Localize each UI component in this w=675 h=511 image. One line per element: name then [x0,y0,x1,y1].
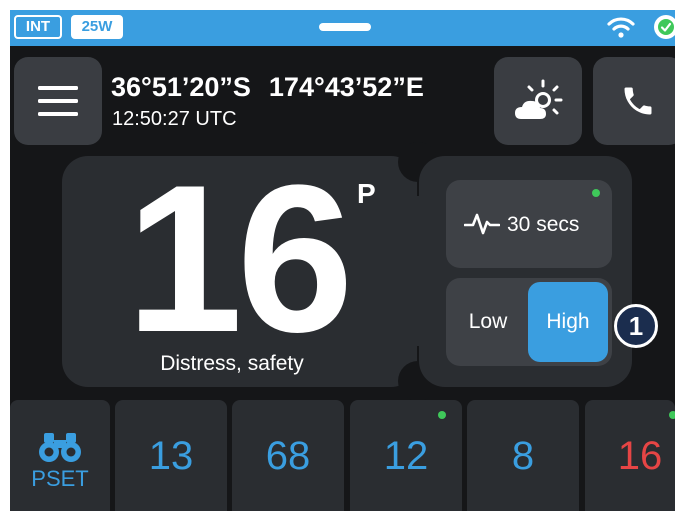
binoculars-icon [39,433,81,462]
scan-interval-label: 30 secs [507,213,580,236]
preset-channel-tile[interactable]: 68 [232,400,344,511]
preset-button[interactable]: PSET [10,400,110,511]
menu-icon [38,86,78,116]
utc-time: 12:50:27 UTC [112,108,237,130]
preset-channel-tile-emergency[interactable]: 16 [585,400,675,511]
check-icon [654,15,675,39]
channel-number: 16 [126,141,354,376]
phone-icon [624,87,652,115]
pulse-icon [464,213,500,235]
preset-channel-tile[interactable]: 13 [115,400,227,511]
gps-coordinates: 36°51’20”S 174°43’52”E [111,72,424,103]
international-mode-badge: INT [14,15,62,39]
preset-channel-tile[interactable]: 12 [350,400,462,511]
status-bar: INT 25W [10,10,675,46]
preset-channel-number: 12 [383,434,429,478]
preset-label: PSET [31,466,89,491]
preset-channel-tile[interactable]: 8 [467,400,579,511]
longitude: 174°43’52”E [268,72,424,102]
scan-active-indicator [592,189,600,197]
power-high-option[interactable]: High [528,282,608,362]
power-toggle[interactable]: Low High [446,278,612,366]
weather-icon [515,79,563,119]
preset-channel-number: 68 [265,434,311,478]
preset-active-indicator [669,411,675,419]
channel-card[interactable]: 16 P Distress, safety [62,141,417,387]
preset-channel-number: 16 [617,434,663,478]
scan-interval-button[interactable]: 30 secs [446,180,612,268]
menu-button[interactable] [14,57,102,145]
channel-suffix: P [357,178,376,209]
preset-active-indicator [438,411,446,419]
preset-channel-number: 8 [511,434,535,478]
pull-down-handle[interactable] [319,23,371,31]
callout-marker: 1 [614,304,658,348]
power-low-option[interactable]: Low [446,278,530,366]
wifi-icon [607,17,635,38]
channel-panel: 16 P Distress, safety 30 secs Low High [62,141,632,401]
phone-button[interactable] [593,57,675,145]
channel-description: Distress, safety [160,352,304,375]
preset-row: PSET 13 68 12 8 16 [10,400,675,511]
latitude: 36°51’20”S [111,72,251,102]
radio-screen: INT 25W 36°51’20”S 174°43’52”E 12:50:27 U… [10,10,675,511]
power-level-badge: 25W [71,15,123,39]
preset-channel-number: 13 [148,434,194,478]
weather-button[interactable] [494,57,582,145]
